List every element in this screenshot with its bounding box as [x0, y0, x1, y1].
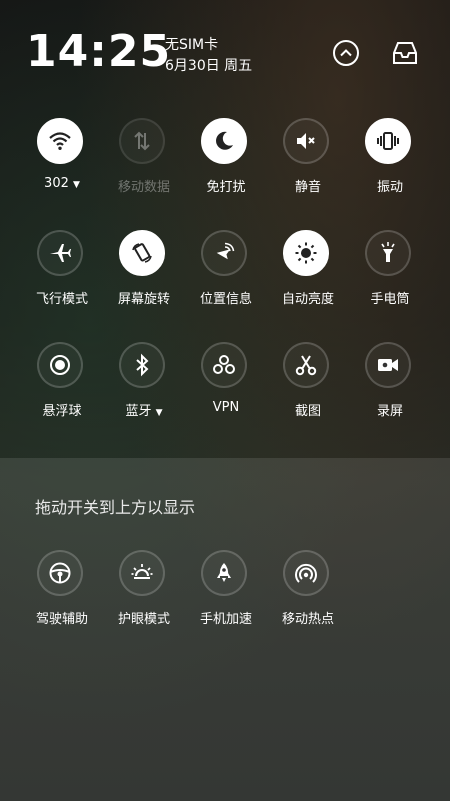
notification-header: 14:25 无SIM卡 6月30日 周五 [0, 0, 450, 100]
toggle-mute[interactable]: 静音 [268, 118, 348, 208]
chevron-down-icon[interactable]: ▼ [73, 180, 80, 190]
wifi-icon [49, 132, 71, 150]
toggle-screen-record[interactable]: 录屏 [350, 342, 430, 432]
panel-instruction: 拖动开关到上方以显示 [35, 498, 196, 517]
toggle-location[interactable]: 位置信息 [186, 230, 266, 320]
toggle-wifi[interactable]: 302 ▼ [22, 118, 102, 208]
eye-care-icon [131, 564, 153, 579]
date-text: 6月30日 周五 [165, 58, 253, 74]
notification-inbox-button[interactable] [390, 38, 420, 68]
toggle-auto-brightness[interactable]: 自动亮度 [268, 230, 348, 320]
screenshot-icon [295, 355, 317, 376]
toggle-label-flashlight: 手电筒 [370, 292, 410, 307]
toggle-do-not-disturb[interactable]: 免打扰 [186, 118, 266, 208]
toggle-label-screen-record: 录屏 [376, 404, 403, 419]
collapse-up-icon [333, 40, 359, 66]
flashlight-icon [381, 242, 395, 262]
toggle-vpn[interactable]: VPN [186, 342, 266, 432]
toggle-eye-care[interactable]: 护眼模式 [104, 550, 184, 640]
float-ball-icon [50, 355, 70, 375]
collapse-button[interactable] [331, 38, 361, 68]
screen-record-icon [378, 359, 398, 371]
steering-wheel-icon [49, 562, 71, 584]
toggle-label-mobile-hotspot: 移动热点 [281, 612, 334, 627]
vpn-icon [213, 355, 235, 374]
toggle-bluetooth[interactable]: 蓝牙 ▼ [104, 342, 184, 432]
moon-icon [216, 131, 233, 150]
mobile-data-icon [134, 131, 150, 151]
toggle-label-wifi: 302 [44, 176, 69, 191]
clock-time: 14:25 [26, 26, 172, 77]
toggle-phone-boost[interactable]: 手机加速 [186, 550, 266, 640]
sim-status: 无SIM卡 [165, 37, 219, 53]
rocket-icon [217, 563, 231, 582]
toggle-vibrate[interactable]: 振动 [350, 118, 430, 208]
inbox-tray-icon [393, 42, 417, 64]
toggle-label-bluetooth: 蓝牙 [125, 404, 152, 419]
toggle-mobile-hotspot[interactable]: 移动热点 [268, 550, 348, 640]
hidden-toggles-panel: 拖动开关到上方以显示 驾驶辅助 护眼模式 手机加速 移动热点 [0, 458, 450, 801]
toggle-airplane[interactable]: 飞行模式 [22, 230, 102, 320]
location-icon [216, 242, 235, 260]
airplane-icon [50, 244, 71, 262]
bluetooth-icon [136, 353, 149, 377]
chevron-down-icon[interactable]: ▼ [156, 408, 163, 418]
toggle-screenshot[interactable]: 截图 [268, 342, 348, 432]
brightness-icon [295, 242, 317, 264]
toggle-screen-rotation[interactable]: 屏幕旋转 [104, 230, 184, 320]
toggle-label-vibrate: 振动 [376, 180, 403, 195]
toggle-mobile-data[interactable]: 移动数据 [104, 118, 184, 208]
toggle-driving-assist[interactable]: 驾驶辅助 [22, 550, 102, 640]
hotspot-icon [295, 563, 317, 583]
rotate-icon [132, 243, 152, 263]
toggle-float-ball[interactable]: 悬浮球 [22, 342, 102, 432]
mute-icon [297, 133, 315, 149]
toggle-flashlight[interactable]: 手电筒 [350, 230, 430, 320]
vibrate-icon [377, 132, 399, 150]
